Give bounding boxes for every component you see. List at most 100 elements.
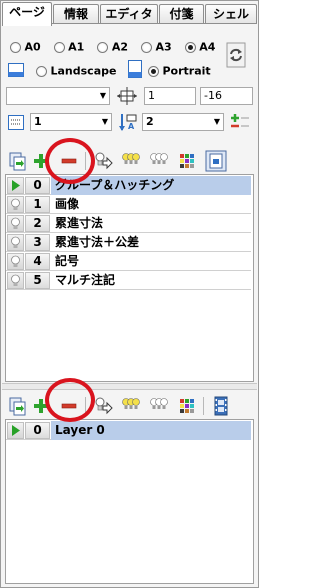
chevron-down-icon: ▼ (101, 117, 108, 126)
toolbar-divider (85, 152, 86, 170)
layer-combo-2[interactable]: 2 ▼ (142, 113, 224, 131)
upper-layer-toolbar (5, 149, 254, 173)
film-strip-icon[interactable] (211, 396, 231, 416)
radio-a1-label: A1 (68, 40, 85, 54)
play-arrow-icon (12, 425, 20, 436)
radio-a4-label: A4 (199, 40, 216, 54)
add-layer-icon[interactable] (31, 151, 51, 171)
bulb-off-icon (11, 217, 20, 229)
layer-name[interactable]: 累進寸法 (51, 214, 251, 233)
scale-field-2[interactable]: -16 (200, 87, 253, 105)
layer-name[interactable]: グループ＆ハッチング (51, 176, 251, 195)
radio-a2[interactable] (97, 41, 109, 53)
layer-row[interactable]: 3 累進寸法＋公差 (6, 233, 251, 252)
active-layer-arrow-icon[interactable] (7, 422, 24, 439)
scale-field-1[interactable]: 1 (144, 87, 196, 105)
portrait-page-icon (128, 60, 142, 78)
scale-dimension-icon (117, 87, 137, 105)
move-to-layer-icon[interactable] (93, 396, 113, 416)
active-layer-arrow-icon[interactable] (7, 177, 24, 194)
copy-layer-icon[interactable] (7, 151, 27, 171)
layer-row[interactable]: 0 グループ＆ハッチング (6, 176, 251, 195)
plus-minus-icon[interactable] (230, 113, 250, 131)
scale-combo[interactable]: ▼ (6, 87, 110, 105)
layer-combo-1-value: 1 (34, 115, 42, 128)
tab-editor[interactable]: エディタ (100, 4, 158, 24)
layer-name[interactable]: Layer 0 (51, 421, 251, 440)
layer-row[interactable]: 1 画像 (6, 195, 251, 214)
layer-lamp-icon[interactable] (7, 272, 24, 289)
page-layer-icon (8, 115, 24, 130)
layer-row[interactable]: 0 Layer 0 (6, 421, 251, 440)
layer-name[interactable]: マルチ注記 (51, 271, 251, 290)
refresh-page-icon[interactable] (226, 42, 246, 68)
copy-layer-icon[interactable] (7, 396, 27, 416)
radio-a3-label: A3 (155, 40, 172, 54)
bulb-off-icon (11, 198, 20, 210)
remove-layer-icon[interactable] (59, 151, 79, 171)
all-lamps-off-icon[interactable] (149, 396, 169, 416)
layer-lamp-icon[interactable] (7, 234, 24, 251)
radio-a0[interactable] (10, 41, 21, 53)
toolbar-divider (203, 397, 204, 415)
tab-bar: ページ 情報 エディタ 付箋 シェル (2, 2, 257, 26)
tab-info[interactable]: 情報 (53, 4, 99, 24)
radio-a2-label: A2 (111, 40, 129, 54)
layer-row[interactable]: 4 記号 (6, 252, 251, 271)
play-arrow-icon (12, 180, 20, 191)
radio-portrait[interactable] (148, 65, 159, 77)
tab-page[interactable]: ページ (2, 2, 52, 26)
radio-portrait-label: Portrait (162, 64, 211, 78)
all-lamps-on-icon[interactable] (121, 151, 141, 171)
layer-lamp-icon[interactable] (7, 215, 24, 232)
layer-number: 4 (25, 253, 50, 270)
layer-color-icon[interactable] (177, 151, 197, 171)
layer-combo-2-value: 2 (146, 115, 154, 128)
layer-color-icon[interactable] (177, 396, 197, 416)
radio-landscape[interactable] (36, 65, 47, 77)
bulb-off-icon (11, 236, 20, 248)
layer-number: 0 (25, 177, 50, 194)
radio-landscape-label: Landscape (50, 64, 117, 78)
landscape-page-icon (8, 63, 24, 77)
layer-number: 2 (25, 215, 50, 232)
svg-text:A: A (128, 122, 135, 131)
tab-shell[interactable]: シェル (205, 4, 257, 24)
layer-number: 0 (25, 422, 50, 439)
layer-number: 5 (25, 272, 50, 289)
portrait-option: Portrait (148, 64, 211, 78)
paper-size-group: A0 A1 A2 A3 A4 (10, 40, 215, 54)
layer-number: 3 (25, 234, 50, 251)
bulb-off-icon (11, 274, 20, 286)
chevron-down-icon: ▼ (99, 91, 106, 100)
bulb-off-icon (11, 255, 20, 267)
page-settings-panel: A0 A1 A2 A3 A4 Landscape Portrait ▼ 1 -1… (2, 24, 257, 139)
lower-layer-toolbar (5, 394, 254, 418)
chevron-down-icon: ▼ (213, 117, 220, 126)
radio-a1[interactable] (53, 41, 65, 53)
radio-a4[interactable] (184, 41, 196, 53)
remove-layer-icon[interactable] (59, 396, 79, 416)
sort-layers-icon: A (119, 114, 137, 131)
layer-row[interactable]: 2 累進寸法 (6, 214, 251, 233)
radio-a0-label: A0 (24, 40, 41, 54)
panel-splitter[interactable] (2, 383, 257, 390)
all-lamps-off-icon[interactable] (149, 151, 169, 171)
layer-combo-1[interactable]: 1 ▼ (30, 113, 112, 131)
layer-properties-icon[interactable] (205, 150, 227, 172)
layer-name[interactable]: 累進寸法＋公差 (51, 233, 251, 252)
layer-lamp-icon[interactable] (7, 253, 24, 270)
layer-name[interactable]: 画像 (51, 195, 251, 214)
lower-layer-list (5, 419, 254, 584)
tab-sticky-notes[interactable]: 付箋 (159, 4, 204, 24)
toolbar-divider (85, 397, 86, 415)
layer-name[interactable]: 記号 (51, 252, 251, 271)
add-layer-icon[interactable] (31, 396, 51, 416)
radio-a3[interactable] (141, 41, 153, 53)
landscape-option: Landscape (36, 64, 116, 78)
all-lamps-on-icon[interactable] (121, 396, 141, 416)
layer-lamp-icon[interactable] (7, 196, 24, 213)
layer-row[interactable]: 5 マルチ注記 (6, 271, 251, 290)
layer-number: 1 (25, 196, 50, 213)
move-to-layer-icon[interactable] (93, 151, 113, 171)
